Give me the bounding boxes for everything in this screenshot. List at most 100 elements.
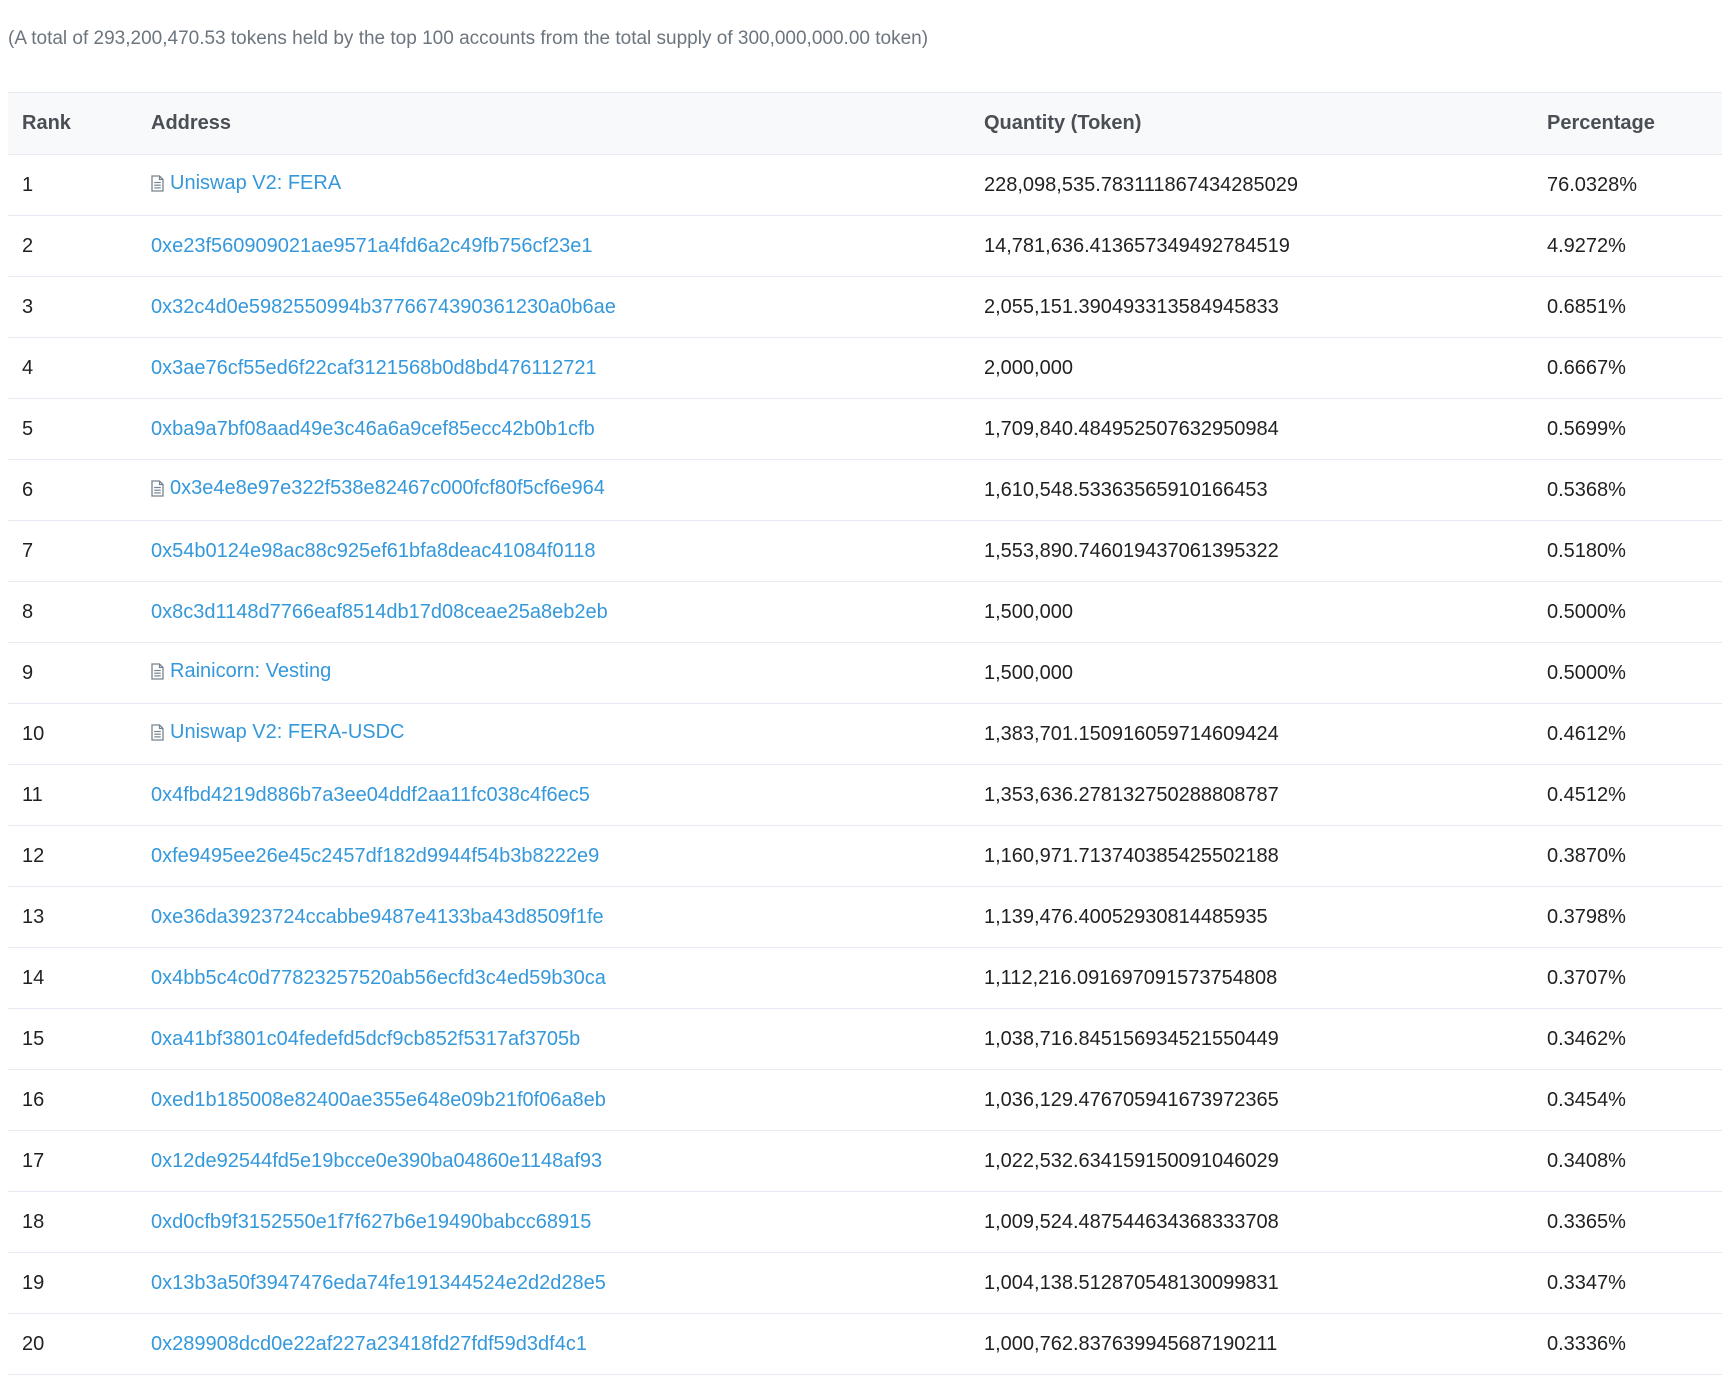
- table-row: 1 Uniswap V2: FERA 228,098,535.78311186743…: [8, 154, 1722, 216]
- holder-address-label: 0x4bb5c4c0d77823257520ab56ecfd3c4ed59b30…: [151, 966, 606, 989]
- quantity-cell: 1,112,216.091697091573754808: [984, 947, 1547, 1009]
- holder-address-label: Uniswap V2: FERA: [170, 172, 342, 194]
- holder-address-link[interactable]: 0x12de92544fd5e19bcce0e390ba04860e1148af…: [151, 1150, 602, 1173]
- table-row: 13 0xe36da3923724ccabbe9487e4133ba43d8509…: [8, 886, 1722, 948]
- holder-address-link[interactable]: 0xe23f560909021ae9571a4fd6a2c49fb756cf23…: [151, 235, 593, 258]
- holder-address-label: 0x13b3a50f3947476eda74fe191344524e2d2d28…: [151, 1271, 606, 1294]
- quantity-cell: 1,038,716.845156934521550449: [984, 1008, 1547, 1070]
- quantity-cell: 1,160,971.713740385425502188: [984, 825, 1547, 887]
- document-icon: [151, 724, 164, 741]
- quantity-cell: 1,610,548.53363565910166453: [984, 459, 1547, 521]
- holder-address-link[interactable]: 0x289908dcd0e22af227a23418fd27fdf59d3df4…: [151, 1333, 587, 1356]
- holder-address-label: 0x289908dcd0e22af227a23418fd27fdf59d3df4…: [151, 1332, 587, 1355]
- rank-cell: 17: [8, 1130, 151, 1192]
- rank-cell: 20: [8, 1313, 151, 1375]
- percentage-cell: 0.4612%: [1547, 703, 1722, 765]
- rank-cell: 7: [8, 520, 151, 582]
- percentage-cell: 0.3462%: [1547, 1008, 1722, 1070]
- address-cell: Uniswap V2: FERA-USDC: [151, 703, 984, 765]
- holder-address-label: 0x54b0124e98ac88c925ef61bfa8deac41084f01…: [151, 539, 596, 562]
- quantity-cell: 1,353,636.278132750288808787: [984, 764, 1547, 826]
- table-row: 2 0xe23f560909021ae9571a4fd6a2c49fb756cf2…: [8, 215, 1722, 277]
- percentage-cell: 0.3408%: [1547, 1130, 1722, 1192]
- rank-cell: 4: [8, 337, 151, 399]
- table-row: 4 0x3ae76cf55ed6f22caf3121568b0d8bd476112…: [8, 337, 1722, 399]
- table-body: 1 Uniswap V2: FERA 228,098,535.78311186743…: [8, 154, 1722, 1375]
- table-row: 12 0xfe9495ee26e45c2457df182d9944f54b3b82…: [8, 825, 1722, 887]
- address-cell: 0x13b3a50f3947476eda74fe191344524e2d2d28…: [151, 1252, 984, 1314]
- holder-address-label: 0xed1b185008e82400ae355e648e09b21f0f06a8…: [151, 1088, 606, 1111]
- address-cell: 0xed1b185008e82400ae355e648e09b21f0f06a8…: [151, 1069, 984, 1131]
- holder-address-link[interactable]: 0x13b3a50f3947476eda74fe191344524e2d2d28…: [151, 1272, 606, 1295]
- holder-address-link[interactable]: 0xa41bf3801c04fedefd5dcf9cb852f5317af370…: [151, 1028, 580, 1051]
- address-cell: 0x3e4e8e97e322f538e82467c000fcf80f5cf6e9…: [151, 459, 984, 521]
- holder-address-link[interactable]: 0x8c3d1148d7766eaf8514db17d08ceae25a8eb2…: [151, 601, 608, 624]
- quantity-cell: 1,500,000: [984, 581, 1547, 643]
- percentage-cell: 4.9272%: [1547, 215, 1722, 277]
- holder-address-link[interactable]: 0x3e4e8e97e322f538e82467c000fcf80f5cf6e9…: [151, 477, 605, 500]
- percentage-cell: 0.3798%: [1547, 886, 1722, 948]
- holder-address-link[interactable]: Rainicorn: Vesting: [151, 660, 331, 683]
- quantity-cell: 1,022,532.634159150091046029: [984, 1130, 1547, 1192]
- table-row: 17 0x12de92544fd5e19bcce0e390ba04860e1148…: [8, 1130, 1722, 1192]
- address-cell: 0xd0cfb9f3152550e1f7f627b6e19490babcc689…: [151, 1191, 984, 1253]
- rank-cell: 10: [8, 703, 151, 765]
- holder-address-link[interactable]: 0xe36da3923724ccabbe9487e4133ba43d8509f1…: [151, 906, 604, 929]
- table-row: 15 0xa41bf3801c04fedefd5dcf9cb852f5317af3…: [8, 1008, 1722, 1070]
- holder-address-link[interactable]: 0x3ae76cf55ed6f22caf3121568b0d8bd4761127…: [151, 357, 597, 380]
- address-cell: 0x3ae76cf55ed6f22caf3121568b0d8bd4761127…: [151, 337, 984, 399]
- holder-address-label: 0x4fbd4219d886b7a3ee04ddf2aa11fc038c4f6e…: [151, 783, 590, 806]
- holder-address-link[interactable]: Uniswap V2: FERA-USDC: [151, 721, 405, 744]
- percentage-cell: 0.5180%: [1547, 520, 1722, 582]
- address-cell: 0xfe9495ee26e45c2457df182d9944f54b3b8222…: [151, 825, 984, 887]
- table-row: 3 0x32c4d0e5982550994b3776674390361230a0b…: [8, 276, 1722, 338]
- rank-cell: 3: [8, 276, 151, 338]
- table-row: 19 0x13b3a50f3947476eda74fe191344524e2d2d…: [8, 1252, 1722, 1314]
- table-row: 6 0x3e4e8e97e322f538e82467c000fcf80f5cf6e…: [8, 459, 1722, 521]
- holder-address-label: Rainicorn: Vesting: [170, 660, 332, 682]
- holder-address-link[interactable]: 0xba9a7bf08aad49e3c46a6a9cef85ecc42b0b1c…: [151, 418, 595, 441]
- address-cell: 0x32c4d0e5982550994b3776674390361230a0b6…: [151, 276, 984, 338]
- address-cell: 0xe23f560909021ae9571a4fd6a2c49fb756cf23…: [151, 215, 984, 277]
- document-icon: [151, 480, 164, 497]
- holder-address-label: 0x3ae76cf55ed6f22caf3121568b0d8bd4761127…: [151, 356, 597, 379]
- table-row: 18 0xd0cfb9f3152550e1f7f627b6e19490babcc6…: [8, 1191, 1722, 1253]
- token-holders-table: Rank Address Quantity (Token) Percentage…: [8, 92, 1722, 1375]
- percentage-cell: 0.3365%: [1547, 1191, 1722, 1253]
- quantity-cell: 1,036,129.476705941673972365: [984, 1069, 1547, 1131]
- address-cell: Uniswap V2: FERA: [151, 154, 984, 216]
- rank-cell: 16: [8, 1069, 151, 1131]
- holder-address-label: Uniswap V2: FERA-USDC: [170, 721, 405, 743]
- holder-address-link[interactable]: 0x4bb5c4c0d77823257520ab56ecfd3c4ed59b30…: [151, 967, 606, 990]
- address-cell: 0x289908dcd0e22af227a23418fd27fdf59d3df4…: [151, 1313, 984, 1375]
- quantity-cell: 1,004,138.512870548130099831: [984, 1252, 1547, 1314]
- rank-cell: 14: [8, 947, 151, 1009]
- address-cell: 0x54b0124e98ac88c925ef61bfa8deac41084f01…: [151, 520, 984, 582]
- table-row: 8 0x8c3d1148d7766eaf8514db17d08ceae25a8eb…: [8, 581, 1722, 643]
- address-cell: 0xba9a7bf08aad49e3c46a6a9cef85ecc42b0b1c…: [151, 398, 984, 460]
- rank-cell: 8: [8, 581, 151, 643]
- rank-cell: 18: [8, 1191, 151, 1253]
- rank-cell: 5: [8, 398, 151, 460]
- quantity-cell: 1,139,476.40052930814485935: [984, 886, 1547, 948]
- rank-cell: 2: [8, 215, 151, 277]
- holder-address-link[interactable]: 0xd0cfb9f3152550e1f7f627b6e19490babcc689…: [151, 1211, 591, 1234]
- quantity-cell: 1,553,890.746019437061395322: [984, 520, 1547, 582]
- percentage-cell: 0.6851%: [1547, 276, 1722, 338]
- quantity-cell: 1,500,000: [984, 642, 1547, 704]
- holder-address-link[interactable]: 0x4fbd4219d886b7a3ee04ddf2aa11fc038c4f6e…: [151, 784, 590, 807]
- rank-cell: 15: [8, 1008, 151, 1070]
- holder-address-link[interactable]: 0x54b0124e98ac88c925ef61bfa8deac41084f01…: [151, 540, 596, 563]
- percentage-cell: 0.5699%: [1547, 398, 1722, 460]
- percentage-cell: 0.3336%: [1547, 1313, 1722, 1375]
- holder-address-link[interactable]: Uniswap V2: FERA: [151, 172, 341, 195]
- table-header: Rank Address Quantity (Token) Percentage: [8, 92, 1722, 155]
- holder-address-link[interactable]: 0x32c4d0e5982550994b3776674390361230a0b6…: [151, 296, 616, 319]
- rank-cell: 1: [8, 154, 151, 216]
- holder-address-link[interactable]: 0xfe9495ee26e45c2457df182d9944f54b3b8222…: [151, 845, 599, 868]
- address-cell: 0xe36da3923724ccabbe9487e4133ba43d8509f1…: [151, 886, 984, 948]
- rank-cell: 13: [8, 886, 151, 948]
- holder-address-link[interactable]: 0xed1b185008e82400ae355e648e09b21f0f06a8…: [151, 1089, 606, 1112]
- table-row: 16 0xed1b185008e82400ae355e648e09b21f0f06…: [8, 1069, 1722, 1131]
- holder-address-label: 0xd0cfb9f3152550e1f7f627b6e19490babcc689…: [151, 1210, 592, 1233]
